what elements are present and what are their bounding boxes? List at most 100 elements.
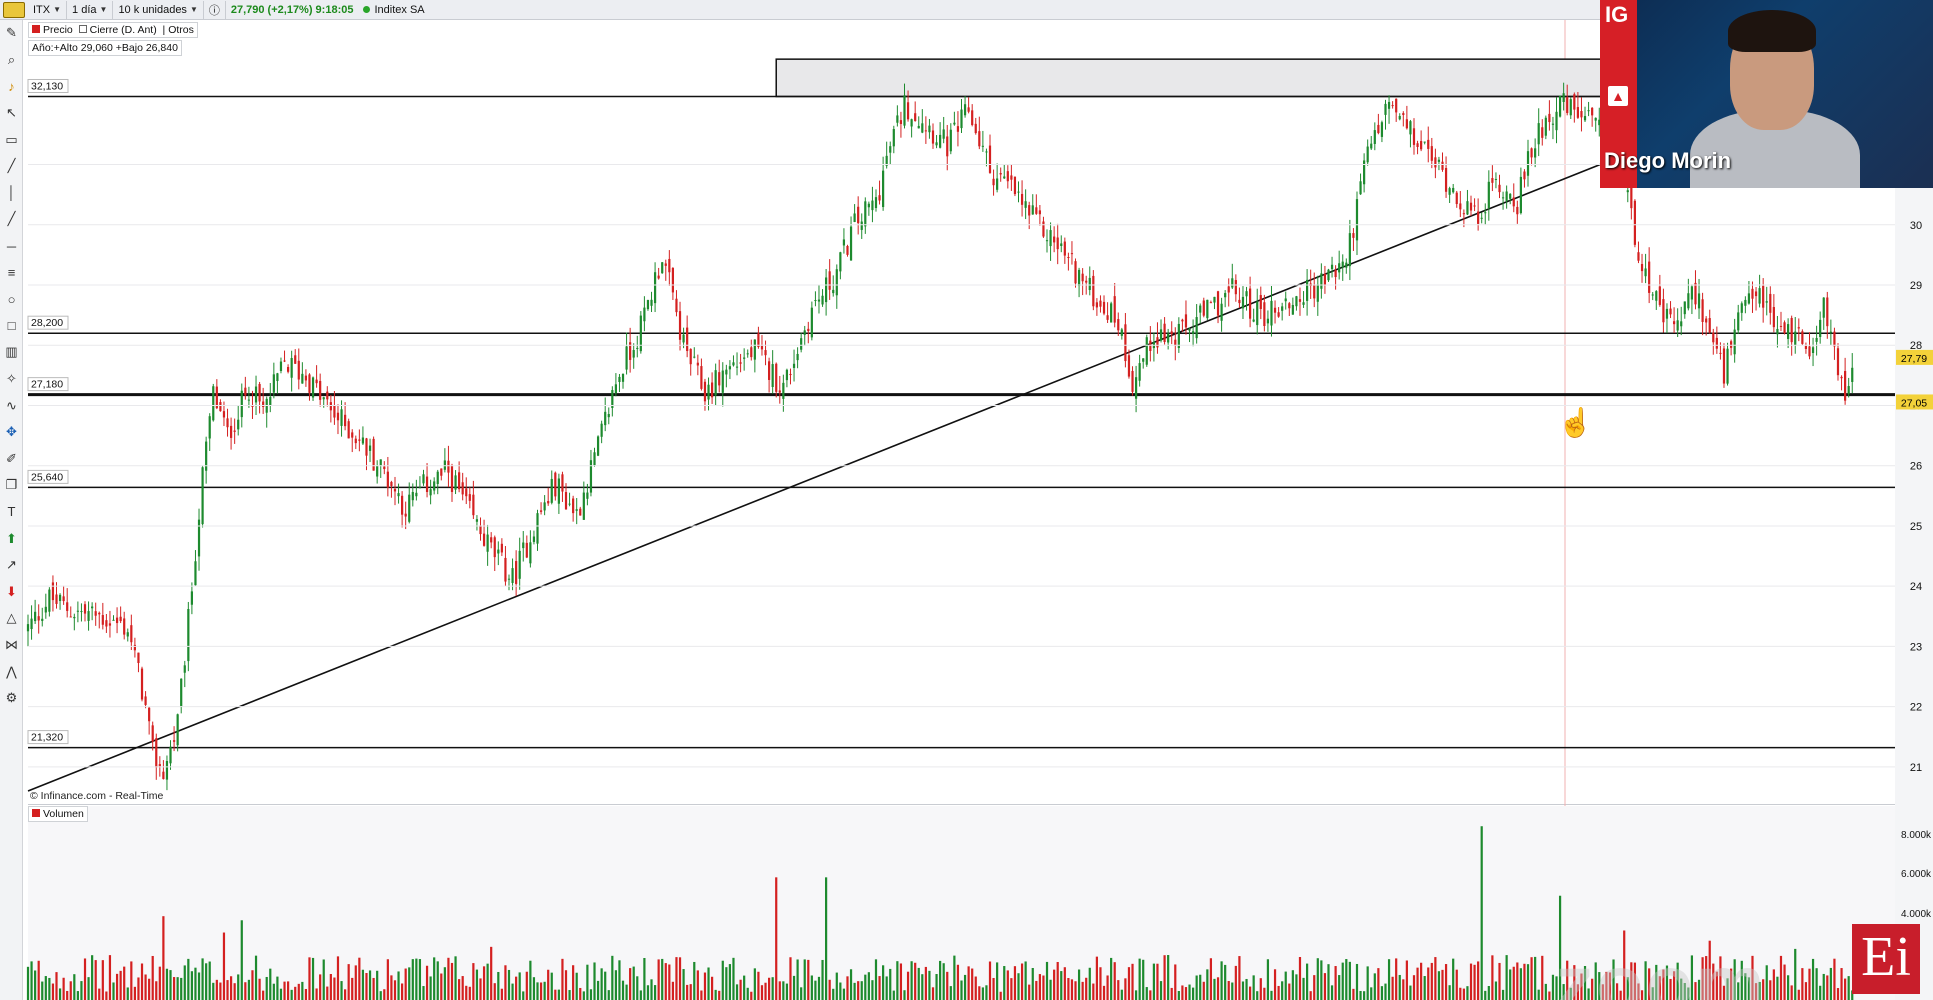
candle-body [554, 472, 557, 497]
candle-body [1017, 191, 1020, 193]
candle-body [771, 364, 774, 387]
interval-selector[interactable]: 1 día ▼ [67, 0, 114, 19]
others-link[interactable]: Otros [168, 24, 194, 36]
volume-bar [290, 989, 293, 1000]
pipette-icon[interactable]: ╱ [0, 153, 23, 180]
search-icon[interactable]: ⌕ [0, 47, 23, 74]
channel-icon[interactable]: ⋈ [0, 632, 23, 659]
volume-bar [1102, 985, 1106, 1000]
circle-icon[interactable]: ○ [0, 286, 23, 313]
volume-bar [101, 960, 104, 1000]
candle-body [1252, 319, 1255, 322]
arrow-up-icon[interactable]: ⬆ [0, 525, 23, 552]
candle-body [1095, 302, 1098, 308]
candle-body [1580, 111, 1583, 118]
diagonal-line-icon[interactable]: ╱ [0, 206, 23, 233]
copy-icon[interactable]: ❐ [0, 472, 23, 499]
candle-body [411, 491, 414, 501]
trash-icon[interactable]: ▥ [0, 339, 23, 366]
volume-bar [347, 964, 350, 1000]
compare-checkbox[interactable] [78, 25, 87, 33]
volume-bar [810, 975, 813, 1000]
candle-body [475, 519, 479, 522]
candle-body [1808, 346, 1811, 357]
candle-body [735, 366, 739, 368]
volume-bar [892, 990, 895, 1000]
candle-body [1655, 291, 1658, 301]
candle-body [668, 258, 671, 273]
candle-body [1441, 161, 1444, 170]
brush-icon[interactable]: ✐ [0, 446, 23, 473]
candle-body [1694, 282, 1697, 305]
candle-body [1505, 191, 1508, 201]
candle-body [365, 438, 368, 456]
info-icon[interactable]: ⓘ [204, 0, 226, 19]
candle-body [1412, 128, 1416, 145]
candle-body [721, 370, 724, 393]
chevron-down-icon: ▼ [189, 5, 198, 14]
candle-body [1127, 355, 1131, 377]
wave-icon[interactable]: ∿ [0, 392, 23, 419]
volume-bar [425, 965, 429, 1000]
move-icon[interactable]: ✥ [0, 419, 23, 446]
volume-bar [547, 969, 550, 1000]
volume-bar [525, 971, 528, 1000]
candle-body [333, 405, 336, 418]
volume-bar [1177, 991, 1180, 1000]
candle-body [1840, 376, 1843, 379]
candle-body [269, 396, 272, 406]
volume-bar [1309, 991, 1312, 1000]
triangle-icon[interactable]: △ [0, 605, 23, 632]
volume-bar [757, 971, 760, 1000]
volume-bar [1031, 967, 1034, 1000]
volume-bar [1523, 963, 1526, 1000]
candle-body [725, 369, 728, 375]
rectangle-icon[interactable]: □ [0, 313, 23, 340]
vertical-line-icon[interactable]: │ [0, 180, 23, 207]
candle-body [1213, 296, 1216, 303]
magic-icon[interactable]: ✧ [0, 366, 23, 393]
volume-bar [283, 981, 286, 1000]
bell-icon[interactable]: ♪ [0, 73, 23, 100]
volume-bar [696, 970, 699, 1000]
volume-bar [493, 983, 496, 1000]
candle-body [1024, 201, 1027, 208]
cursor-icon[interactable]: ↖ [0, 100, 23, 127]
fibonacci-icon[interactable]: ≡ [0, 259, 23, 286]
volume-bar [1191, 987, 1195, 1000]
candle-body [233, 430, 236, 432]
volume-bar [1441, 969, 1444, 1000]
candle-body [896, 115, 899, 123]
legend-price[interactable]: Precio Cierre (D. Ant) | Otros [28, 22, 198, 38]
volume-bar [34, 970, 37, 1000]
pattern-icon[interactable]: ⋀ [0, 658, 23, 685]
candle-body [568, 503, 571, 505]
volume-bar [1138, 958, 1141, 1000]
level-label-box [27, 377, 69, 392]
candle-body [1395, 98, 1398, 113]
candle-body [201, 467, 204, 525]
volume-bar [1302, 977, 1305, 1000]
candle-body [1797, 327, 1800, 329]
last-price: 27,790 (+2,17%) 9:18:05 [230, 3, 354, 16]
candle-body [1719, 352, 1722, 354]
candle-body [44, 606, 47, 613]
volume-bar [1477, 961, 1480, 1000]
candle-body [1117, 319, 1120, 331]
legend-volume[interactable]: Volumen [28, 806, 88, 822]
pencil-icon[interactable]: ✎ [0, 20, 23, 47]
candle-body [1191, 331, 1195, 334]
text-icon[interactable]: T [0, 499, 23, 526]
volume-bar [860, 981, 863, 1000]
volume-bar [650, 979, 653, 1000]
symbol-selector[interactable]: ITX ▼ [28, 0, 68, 19]
arrow-down-icon[interactable]: ⬇ [0, 578, 23, 605]
horizontal-line-icon[interactable]: ─ [0, 233, 23, 260]
units-selector[interactable]: 10 k unidades ▼ [113, 0, 204, 19]
arrow-diagonal-icon[interactable]: ↗ [0, 552, 23, 579]
candle-body [1833, 331, 1836, 347]
volume-bar [728, 964, 732, 1000]
ruler-icon[interactable]: ▭ [0, 126, 23, 153]
settings-icon[interactable]: ⚙ [0, 685, 23, 712]
candle-body [939, 134, 942, 148]
